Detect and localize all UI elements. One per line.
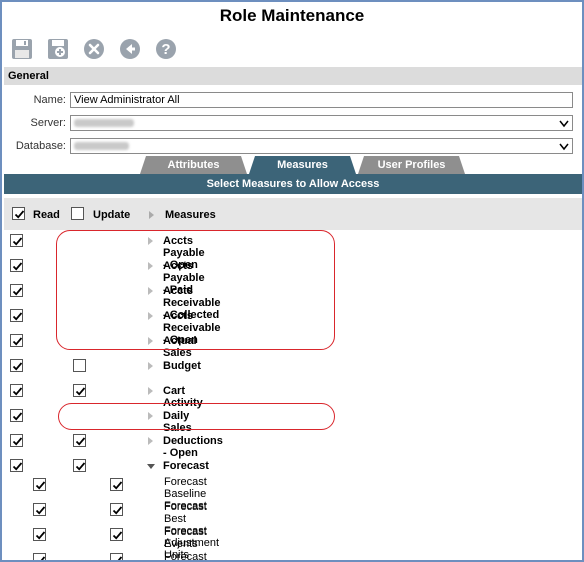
read-checkbox[interactable] xyxy=(10,434,23,447)
read-checkbox[interactable] xyxy=(10,459,23,472)
expand-arrow-icon[interactable] xyxy=(148,362,153,370)
measure-label: Forecast xyxy=(163,460,209,472)
save-as-icon[interactable] xyxy=(46,37,70,61)
database-select[interactable] xyxy=(70,138,573,154)
delete-icon[interactable] xyxy=(82,37,106,61)
general-section-header: General xyxy=(4,67,582,85)
expand-arrow-icon xyxy=(149,211,154,219)
measure-label: Deductions - Open xyxy=(163,435,223,459)
update-checkbox[interactable] xyxy=(110,503,123,516)
update-checkbox[interactable] xyxy=(110,553,123,560)
read-checkbox[interactable] xyxy=(10,409,23,422)
read-checkbox[interactable] xyxy=(10,334,23,347)
read-column-label: Read xyxy=(33,209,60,221)
measures-panel-header: Select Measures to Allow Access xyxy=(4,174,582,194)
sub-measure-label: Forecast Events xyxy=(164,526,207,550)
svg-text:?: ? xyxy=(161,41,170,58)
expand-arrow-icon[interactable] xyxy=(148,387,153,395)
toolbar: ? xyxy=(10,37,178,61)
tab-bar: Attributes Measures User Profiles xyxy=(140,156,467,174)
sub-measure-label: Forecast Fitted Values xyxy=(164,551,207,562)
update-checkbox[interactable] xyxy=(73,359,86,372)
name-field[interactable]: View Administrator All xyxy=(70,92,573,108)
read-checkbox[interactable] xyxy=(33,503,46,516)
read-checkbox[interactable] xyxy=(10,259,23,272)
update-checkbox[interactable] xyxy=(73,434,86,447)
server-value-redacted xyxy=(74,119,134,127)
read-checkbox[interactable] xyxy=(33,478,46,491)
collapse-arrow-icon[interactable] xyxy=(147,464,155,469)
measure-label: Budget xyxy=(163,360,201,372)
page-title: Role Maintenance xyxy=(219,6,365,25)
tab-attributes[interactable]: Attributes xyxy=(140,156,247,174)
highlight-group-accts xyxy=(56,230,335,350)
read-checkbox[interactable] xyxy=(10,284,23,297)
database-label: Database: xyxy=(15,140,66,152)
help-icon[interactable]: ? xyxy=(154,37,178,61)
save-icon[interactable] xyxy=(10,37,34,61)
update-checkbox[interactable] xyxy=(73,384,86,397)
update-column-label: Update xyxy=(93,209,131,221)
role-maintenance-window: Role Maintenance ? General Name: View Ad… xyxy=(0,0,584,562)
tab-user-profiles[interactable]: User Profiles xyxy=(358,156,465,174)
read-checkbox[interactable] xyxy=(10,359,23,372)
read-checkbox[interactable] xyxy=(10,384,23,397)
measures-column-label: Measures xyxy=(165,209,216,221)
update-checkbox[interactable] xyxy=(110,478,123,491)
server-label: Server: xyxy=(30,117,66,129)
server-select[interactable] xyxy=(70,115,573,131)
name-value: View Administrator All xyxy=(74,94,180,106)
read-checkbox[interactable] xyxy=(10,234,23,247)
read-checkbox[interactable] xyxy=(33,528,46,541)
database-value-redacted xyxy=(74,142,129,150)
tab-measures[interactable]: Measures xyxy=(249,156,356,174)
chevron-down-icon xyxy=(559,142,569,155)
expand-arrow-icon[interactable] xyxy=(148,437,153,445)
chevron-down-icon xyxy=(559,119,569,132)
read-checkbox[interactable] xyxy=(10,309,23,322)
update-all-checkbox[interactable] xyxy=(71,207,84,220)
read-checkbox[interactable] xyxy=(33,553,46,560)
measures-column-header: Read Update Measures xyxy=(4,198,582,230)
name-label: Name: xyxy=(33,94,66,106)
read-all-checkbox[interactable] xyxy=(12,207,25,220)
update-checkbox[interactable] xyxy=(73,459,86,472)
highlight-daily-sales xyxy=(58,403,335,430)
back-icon[interactable] xyxy=(118,37,142,61)
update-checkbox[interactable] xyxy=(110,528,123,541)
